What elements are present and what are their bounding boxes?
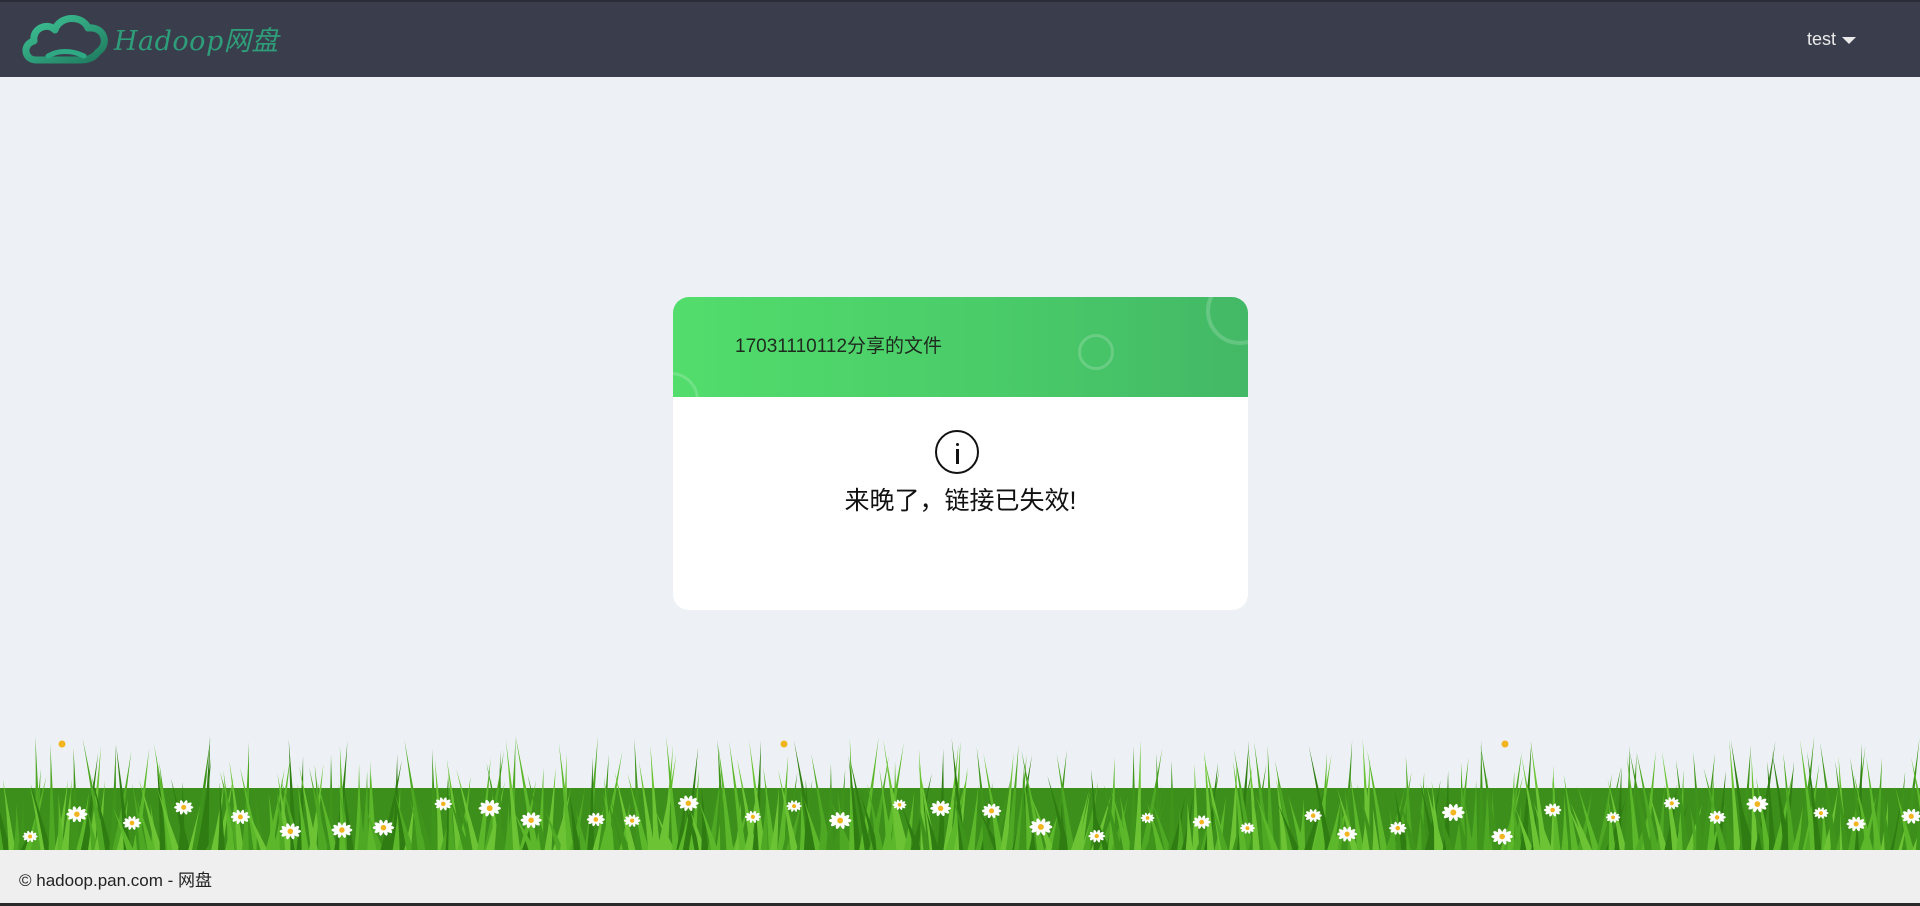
logo-text: Hadoop网盘 [114,25,279,57]
share-card-body: 来晚了，链接已失效! [673,397,1248,610]
cloud-icon [22,15,108,64]
share-card-header: 17031110112分享的文件 [673,297,1248,397]
caret-down-icon [1842,37,1856,44]
share-title: 17031110112分享的文件 [735,336,943,357]
grass-decoration [0,735,1920,850]
decor-circle [1078,334,1114,370]
info-icon [935,430,979,474]
decor-circle [1206,297,1248,345]
user-name: test [1806,29,1836,49]
decor-circle [673,372,699,397]
share-card: 17031110112分享的文件 来晚了，链接已失效! [673,297,1248,610]
footer-copyright: © hadoop.pan.com - 网盘 [19,871,213,890]
top-navbar: Hadoop网盘 test [0,0,1920,77]
user-menu-dropdown[interactable]: test [1807,29,1856,50]
link-expired-message: 来晚了，链接已失效! [844,487,1077,515]
page-footer: © hadoop.pan.com - 网盘 [0,850,1920,906]
site-logo[interactable]: Hadoop网盘 [22,10,279,66]
